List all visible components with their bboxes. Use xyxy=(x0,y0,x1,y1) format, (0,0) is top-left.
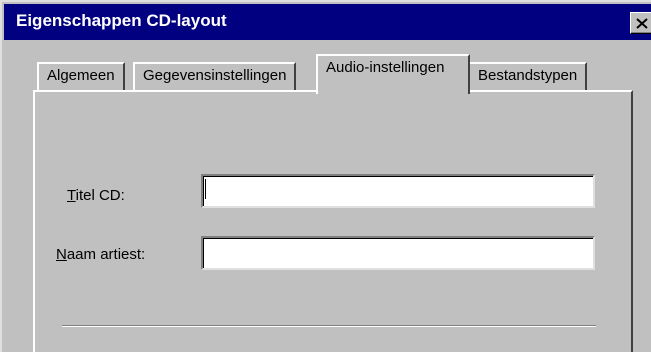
title-cd-input[interactable] xyxy=(201,174,595,208)
tab-label: Bestandstypen xyxy=(478,67,578,84)
title-bar[interactable]: Eigenschappen CD-layout xyxy=(4,4,651,40)
tab-label: Audio-instellingen xyxy=(326,59,445,76)
tab-panel xyxy=(33,90,633,352)
tab-gegevensinstellingen[interactable]: Gegevensinstellingen xyxy=(133,62,297,90)
title-cd-label: Titel CD: xyxy=(67,187,125,204)
close-icon xyxy=(636,17,648,29)
artist-name-input[interactable] xyxy=(201,236,595,270)
tab-bestandstypen[interactable]: Bestandstypen xyxy=(468,62,588,90)
tab-algemeen[interactable]: Algemeen xyxy=(37,62,125,90)
window-title: Eigenschappen CD-layout xyxy=(16,11,227,30)
artist-name-label: Naam artiest: xyxy=(56,246,146,263)
close-button[interactable] xyxy=(630,12,651,34)
separator-line xyxy=(62,325,596,327)
tab-label: Gegevensinstellingen xyxy=(143,67,287,84)
properties-dialog: Eigenschappen CD-layout Algemeen Gegeven… xyxy=(0,0,651,352)
text-caret xyxy=(205,179,206,199)
title-cd-field-wrap xyxy=(201,174,595,208)
tab-label: Algemeen xyxy=(47,67,115,84)
active-tab-gap xyxy=(320,88,466,94)
